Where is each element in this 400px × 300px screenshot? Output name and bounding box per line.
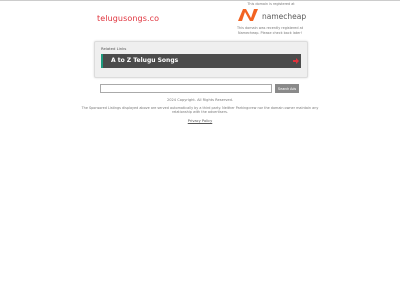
related-links-heading: Related Links — [101, 46, 127, 51]
copyright-text: 2024 Copyright. All Rights Reserved. — [166, 98, 234, 102]
disclaimer-text: The Sponsored Listings displayed above a… — [81, 106, 319, 115]
top-border — [0, 0, 400, 1]
registered-note: This domain is registered at — [247, 2, 295, 6]
arrow-right-icon — [293, 58, 299, 64]
related-links-panel: Related Links A to Z Telugu Songs — [94, 41, 308, 78]
search-input[interactable] — [100, 84, 272, 93]
search-ads-button[interactable]: Search Ads — [275, 84, 299, 93]
namecheap-n-icon — [238, 9, 258, 21]
related-link-label: A to Z Telugu Songs — [111, 57, 179, 64]
registrar-note: This domain was recently registered at N… — [236, 26, 304, 35]
namecheap-wordmark: namecheap — [262, 12, 307, 21]
privacy-policy-link[interactable]: Privacy Policy — [0, 119, 400, 123]
related-link-item[interactable]: A to Z Telugu Songs — [101, 54, 301, 68]
domain-title: telugusongs.co — [97, 14, 160, 23]
